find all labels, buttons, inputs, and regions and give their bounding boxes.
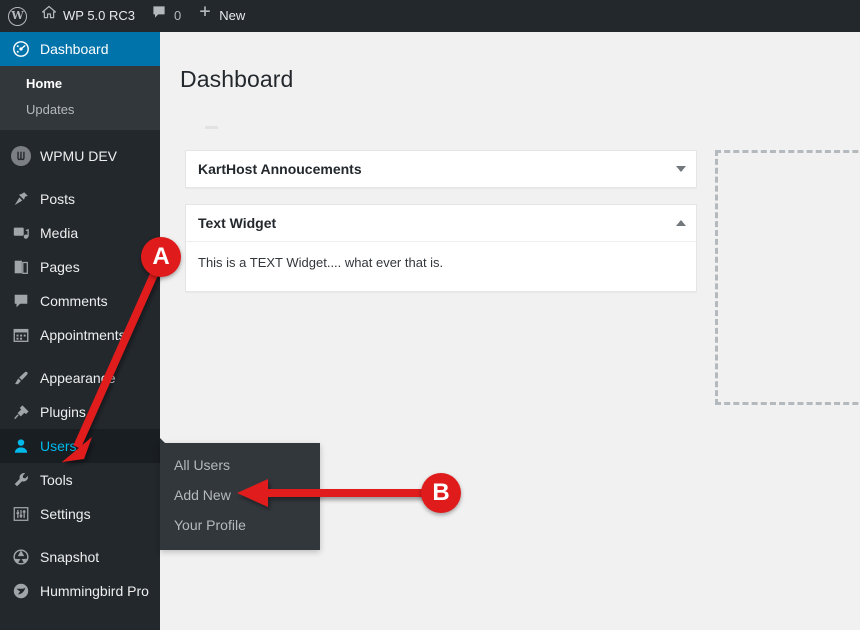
new-content-label: New (219, 8, 246, 23)
pages-document-icon (11, 257, 31, 277)
sidebar-item-appearance-label: Appearance (40, 370, 116, 386)
sidebar-item-wpmu-dev[interactable]: ᗯ WPMU DEV (0, 139, 160, 173)
new-content-menu[interactable]: New (189, 0, 253, 32)
sidebar-item-posts[interactable]: Posts (0, 182, 160, 216)
pushpin-icon (11, 189, 31, 209)
comments-count: 0 (174, 8, 182, 23)
menu-separator (0, 352, 160, 361)
camera-aperture-icon (11, 547, 31, 567)
screen-meta-remnant (205, 126, 218, 129)
sidebar-item-dashboard-label: Dashboard (40, 41, 109, 57)
sidebar-item-tools[interactable]: Tools (0, 463, 160, 497)
annotation-badge-a: A (141, 237, 181, 277)
widget-text-widget-title: Text Widget (198, 215, 277, 231)
home-icon (41, 0, 57, 32)
sidebar-item-wpmu-dev-label: WPMU DEV (40, 148, 117, 164)
wrench-icon (11, 470, 31, 490)
admin-sidebar-menu: Dashboard Home Updates ᗯ WPMU DEV Posts (0, 32, 168, 630)
widget-text-widget-body: This is a TEXT Widget.... what ever that… (198, 255, 444, 270)
chevron-down-icon[interactable] (676, 166, 686, 172)
annotation-badge-b: B (421, 473, 461, 513)
plug-icon (11, 402, 31, 422)
hummingbird-icon (11, 581, 31, 601)
sidebar-item-snapshot-label: Snapshot (40, 549, 100, 565)
sliders-icon (11, 504, 31, 524)
plus-icon (197, 0, 213, 32)
sidebar-item-settings-label: Settings (40, 506, 91, 522)
widget-text-widget-header[interactable]: Text Widget (186, 205, 696, 242)
comment-bubble-icon (151, 0, 167, 32)
widget-karthost-annoucements: KartHost Annoucements (185, 150, 697, 188)
users-flyout-all-users[interactable]: All Users (160, 450, 320, 480)
wordpress-logo-menu[interactable] (0, 0, 33, 32)
menu-separator (0, 173, 160, 182)
sidebar-item-plugins[interactable]: Plugins (0, 395, 160, 429)
sidebar-item-pages[interactable]: Pages (0, 250, 160, 284)
dashboard-gauge-icon (11, 39, 31, 59)
widget-karthost-title: KartHost Annoucements (198, 161, 362, 177)
submenu-item-updates[interactable]: Updates (0, 97, 160, 123)
site-name-label: WP 5.0 RC3 (63, 8, 136, 23)
users-flyout-add-new[interactable]: Add New (160, 480, 320, 510)
sidebar-item-tools-label: Tools (40, 472, 73, 488)
sidebar-item-hummingbird-pro[interactable]: Hummingbird Pro (0, 574, 160, 608)
sidebar-item-comments[interactable]: Comments (0, 284, 160, 318)
sidebar-item-appointments-label: Appointments (40, 327, 126, 343)
widget-karthost-header[interactable]: KartHost Annoucements (186, 151, 696, 187)
sidebar-item-hummingbird-pro-label: Hummingbird Pro (40, 583, 149, 599)
sidebar-item-appearance[interactable]: Appearance (0, 361, 160, 395)
dashboard-submenu: Home Updates (0, 66, 160, 130)
wpmu-dev-icon: ᗯ (11, 146, 31, 166)
widget-dropzone-placeholder[interactable] (715, 150, 860, 405)
menu-separator (0, 130, 160, 139)
comments-menu[interactable]: 0 (143, 0, 189, 32)
media-photo-music-icon (11, 223, 31, 243)
sidebar-item-media[interactable]: Media (0, 216, 160, 250)
wordpress-admin-screen: WP 5.0 RC3 0 New (0, 0, 860, 630)
site-name-menu[interactable]: WP 5.0 RC3 (33, 0, 143, 32)
sidebar-item-posts-label: Posts (40, 191, 76, 207)
sidebar-item-media-label: Media (40, 225, 79, 241)
sidebar-item-settings[interactable]: Settings (0, 497, 160, 531)
calendar-icon (11, 325, 31, 345)
sidebar-item-dashboard[interactable]: Dashboard (0, 32, 168, 66)
chevron-up-icon[interactable] (676, 220, 686, 226)
sidebar-item-pages-label: Pages (40, 259, 80, 275)
dashboard-widgets-column: KartHost Annoucements Text Widget This i… (185, 150, 697, 308)
user-silhouette-icon (11, 436, 31, 456)
sidebar-item-users[interactable]: Users (0, 429, 168, 463)
sidebar-item-comments-label: Comments (40, 293, 108, 309)
menu-separator (0, 531, 160, 540)
admin-bar: WP 5.0 RC3 0 New (0, 0, 860, 32)
comment-bubble-icon (11, 291, 31, 311)
page-title: Dashboard (180, 66, 294, 93)
sidebar-item-appointments[interactable]: Appointments (0, 318, 160, 352)
sidebar-item-snapshot[interactable]: Snapshot (0, 540, 160, 574)
sidebar-item-plugins-label: Plugins (40, 404, 86, 420)
users-flyout-your-profile[interactable]: Your Profile (160, 510, 320, 540)
paintbrush-icon (11, 368, 31, 388)
wordpress-logo-icon (8, 6, 27, 26)
widget-text-widget: Text Widget This is a TEXT Widget.... wh… (185, 204, 697, 292)
users-flyout-submenu: All Users Add New Your Profile (160, 443, 320, 550)
submenu-item-home[interactable]: Home (0, 71, 160, 97)
sidebar-item-users-label: Users (40, 438, 77, 454)
